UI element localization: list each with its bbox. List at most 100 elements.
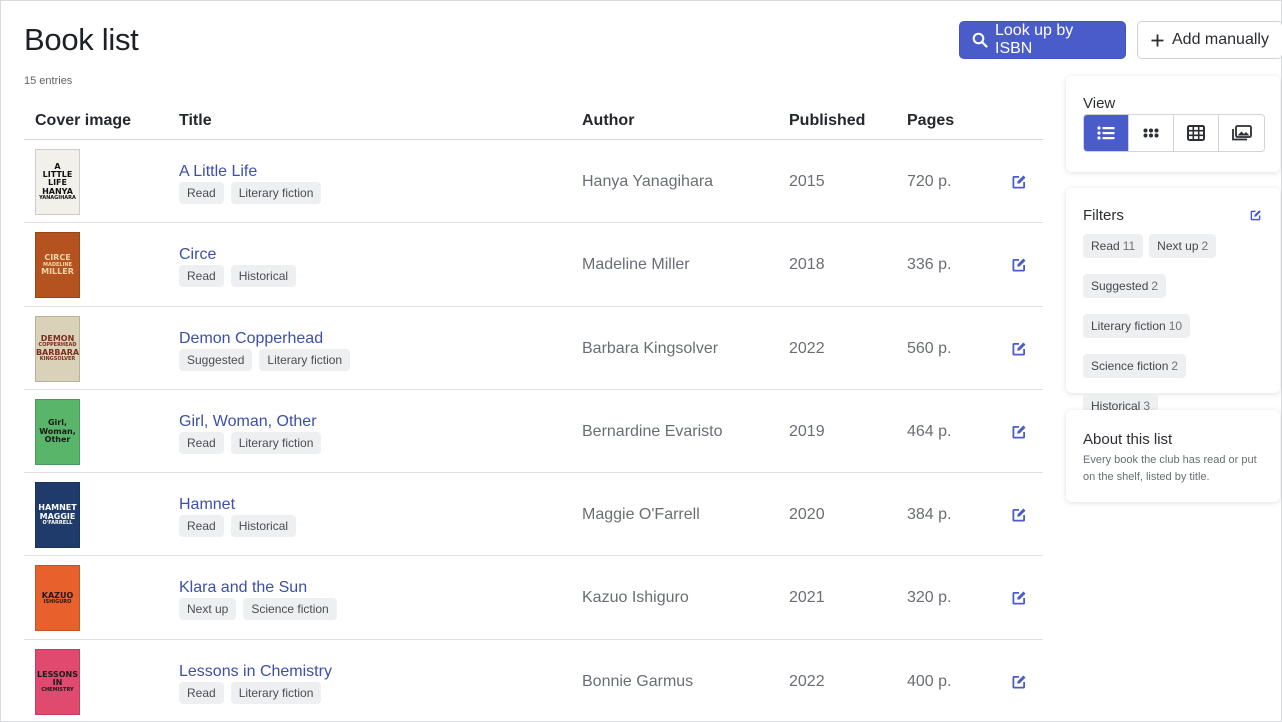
column-pages[interactable]: Pages bbox=[907, 112, 954, 130]
pages-cell: 464 p. bbox=[907, 422, 952, 440]
dots-icon bbox=[1143, 128, 1159, 138]
view-table-button[interactable] bbox=[1174, 115, 1219, 151]
column-author[interactable]: Author bbox=[582, 112, 634, 130]
pages-cell: 560 p. bbox=[907, 339, 952, 357]
published-cell: 2019 bbox=[789, 422, 825, 440]
tag-badge[interactable]: Historical bbox=[230, 515, 297, 538]
filter-chip-count: 2 bbox=[1151, 279, 1159, 293]
filter-chip[interactable]: Read 11 bbox=[1083, 234, 1144, 258]
edit-icon[interactable] bbox=[1011, 174, 1027, 190]
cover-text: CHEMISTRY bbox=[41, 686, 74, 693]
list-icon bbox=[1097, 126, 1115, 140]
author-cell: Kazuo Ishiguro bbox=[582, 589, 689, 607]
tag-badge[interactable]: Science fiction bbox=[243, 598, 337, 621]
table-body: A LITTLE LIFE HANYA YANAGIHARA A Little Life R… bbox=[24, 140, 1043, 722]
edit-icon[interactable] bbox=[1011, 424, 1027, 440]
table-row: HAMNET MAGGIE O'FARRELL Hamnet Read Historica… bbox=[24, 473, 1043, 557]
tag-badge[interactable]: Read bbox=[179, 182, 224, 204]
table-row: Girl, Woman, Other Girl, Woman, Other Read Li… bbox=[24, 390, 1043, 474]
edit-icon[interactable] bbox=[1011, 257, 1027, 273]
cover-image[interactable]: Girl, Woman, Other bbox=[35, 398, 80, 465]
book-title-link[interactable]: Lessons in Chemistry bbox=[179, 663, 332, 681]
tag-badge[interactable]: Read bbox=[179, 515, 224, 538]
cover-image[interactable]: DEMON COPPERHEAD BARBARA KINGSOLVER bbox=[35, 315, 80, 382]
view-card: View bbox=[1066, 76, 1280, 172]
book-title-link[interactable]: Demon Copperhead bbox=[179, 330, 323, 348]
table-row: DEMON COPPERHEAD BARBARA KINGSOLVER Demon Co… bbox=[24, 307, 1043, 390]
tag-badge[interactable]: Literary fiction bbox=[230, 182, 322, 204]
view-dots-button[interactable] bbox=[1129, 115, 1174, 151]
table-row: LESSONS IN CHEMISTRY Lessons in Chemistry Re… bbox=[24, 640, 1043, 722]
published-cell: 2021 bbox=[789, 589, 825, 607]
author-cell: Hanya Yanagihara bbox=[582, 173, 714, 190]
book-title-link[interactable]: Klara and the Sun bbox=[179, 579, 307, 597]
edit-icon[interactable] bbox=[1011, 341, 1027, 357]
filters-card: Filters Read 11 Next up 2 Suggested 2 Literary… bbox=[1066, 188, 1280, 418]
published-cell: 2022 bbox=[789, 339, 825, 357]
tag-list: Read Literary fiction bbox=[179, 431, 322, 454]
tag-list: Read Literary fiction bbox=[179, 681, 322, 704]
column-title[interactable]: Title bbox=[179, 112, 212, 130]
entry-count: 15 entries bbox=[24, 75, 73, 87]
filter-chip[interactable]: Science fiction 2 bbox=[1083, 354, 1187, 378]
column-cover[interactable]: Cover image bbox=[35, 112, 131, 130]
author-cell: Madeline Miller bbox=[582, 256, 690, 274]
edit-icon[interactable] bbox=[1011, 590, 1027, 606]
tag-badge[interactable]: Next up bbox=[179, 598, 237, 621]
view-gallery-button[interactable] bbox=[1219, 115, 1264, 151]
filter-chip-label: Literary fiction bbox=[1091, 319, 1166, 333]
filter-chip-count: 11 bbox=[1122, 239, 1136, 253]
cover-image[interactable]: LESSONS IN CHEMISTRY bbox=[35, 648, 80, 715]
book-title-link[interactable]: Hamnet bbox=[179, 496, 235, 514]
view-list-button[interactable] bbox=[1084, 115, 1129, 151]
view-toggle-group bbox=[1083, 114, 1265, 152]
gallery-icon bbox=[1231, 125, 1252, 141]
table-row: CIRCE MADELINE MILLER Circe Read Historical Ma… bbox=[24, 223, 1043, 307]
cover-image[interactable]: KAZUO ISHIGURO bbox=[35, 565, 80, 632]
cover-image[interactable]: A LITTLE LIFE HANYA YANAGIHARA bbox=[35, 149, 80, 215]
table-header: Cover image Title Author Published Pages bbox=[24, 101, 1043, 140]
add-manually-label: Add manually bbox=[1172, 31, 1269, 48]
tag-badge[interactable]: Read bbox=[179, 265, 224, 288]
edit-icon[interactable] bbox=[1011, 674, 1027, 690]
book-title-link[interactable]: A Little Life bbox=[179, 163, 257, 181]
tag-badge[interactable]: Literary fiction bbox=[230, 431, 322, 454]
column-published[interactable]: Published bbox=[789, 112, 865, 130]
about-label: About this list bbox=[1083, 431, 1173, 448]
tag-badge[interactable]: Read bbox=[179, 681, 224, 704]
lookup-isbn-button[interactable]: Look up by ISBN bbox=[959, 21, 1126, 59]
cover-image[interactable]: CIRCE MADELINE MILLER bbox=[35, 232, 80, 299]
tag-badge[interactable]: Read bbox=[179, 431, 224, 454]
book-title-link[interactable]: Girl, Woman, Other bbox=[179, 413, 317, 431]
filter-chip-label: Next up bbox=[1157, 239, 1199, 253]
tag-badge[interactable]: Literary fiction bbox=[259, 348, 351, 371]
page-title: Book list bbox=[24, 22, 139, 57]
cover-text: ISHIGURO bbox=[43, 599, 72, 606]
published-cell: 2020 bbox=[789, 506, 825, 524]
search-icon bbox=[972, 32, 988, 48]
edit-icon[interactable] bbox=[1011, 507, 1027, 523]
tag-list: Next up Science fiction bbox=[179, 598, 337, 621]
author-cell: Barbara Kingsolver bbox=[582, 339, 719, 357]
filter-chip[interactable]: Suggested 2 bbox=[1083, 274, 1167, 298]
cover-image[interactable]: HAMNET MAGGIE O'FARRELL bbox=[35, 482, 80, 549]
book-title-link[interactable]: Circe bbox=[179, 246, 216, 264]
lookup-isbn-label: Look up by ISBN bbox=[995, 22, 1074, 57]
author-cell: Bonnie Garmus bbox=[582, 672, 694, 690]
add-manually-button[interactable]: Add manually bbox=[1137, 21, 1282, 59]
author-cell: Maggie O'Farrell bbox=[582, 506, 700, 524]
filter-chip[interactable]: Next up 2 bbox=[1149, 234, 1217, 258]
cover-text: KINGSOLVER bbox=[39, 355, 76, 362]
table-icon bbox=[1187, 125, 1205, 141]
tag-badge[interactable]: Suggested bbox=[179, 348, 253, 371]
filter-chip[interactable]: Literary fiction 10 bbox=[1083, 314, 1191, 338]
cover-text: MILLER bbox=[41, 266, 74, 276]
tag-badge[interactable]: Historical bbox=[230, 265, 297, 288]
tag-list: Read Literary fiction bbox=[179, 182, 322, 204]
tag-list: Suggested Literary fiction bbox=[179, 348, 351, 371]
filter-chip-count: 10 bbox=[1168, 319, 1183, 333]
edit-filters-icon[interactable] bbox=[1249, 209, 1262, 222]
tag-badge[interactable]: Literary fiction bbox=[230, 681, 322, 704]
about-card: About this list Every book the club has … bbox=[1066, 410, 1280, 502]
filter-chip-label: Read bbox=[1091, 239, 1120, 253]
